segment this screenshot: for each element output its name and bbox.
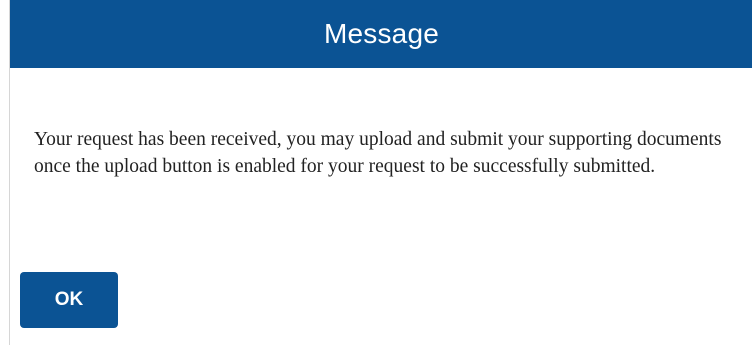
dialog-message: Your request has been received, you may … bbox=[34, 129, 722, 177]
dialog-title: Message bbox=[323, 18, 439, 49]
ok-button[interactable]: OK bbox=[20, 272, 118, 328]
message-dialog: Message Your request has been received, … bbox=[9, 0, 752, 345]
dialog-header: Message bbox=[10, 0, 752, 68]
